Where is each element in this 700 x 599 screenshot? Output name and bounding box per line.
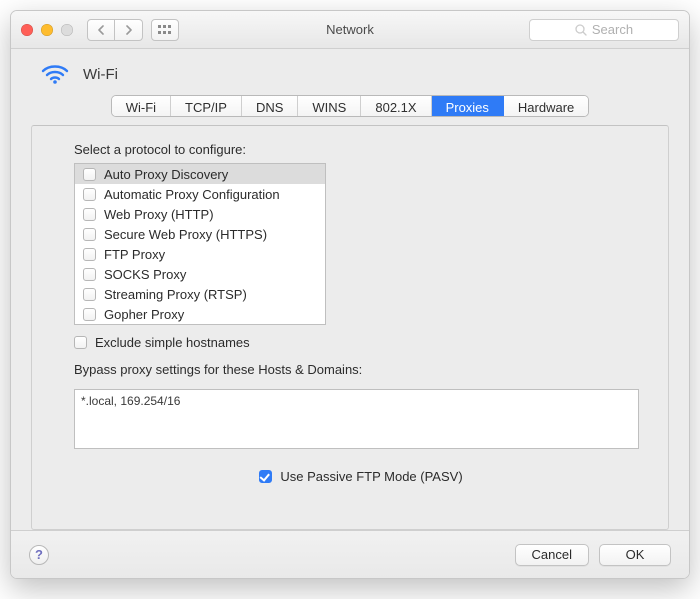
checkbox-icon [83,208,96,221]
protocol-label: Web Proxy (HTTP) [104,207,214,222]
checkbox-icon [74,336,87,349]
tab-hardware[interactable]: Hardware [504,96,588,116]
show-all-button[interactable] [151,19,179,41]
pasv-label: Use Passive FTP Mode (PASV) [280,469,462,484]
protocol-label: Automatic Proxy Configuration [104,187,280,202]
checkbox-icon [83,308,96,321]
protocol-list[interactable]: Auto Proxy Discovery Automatic Proxy Conf… [74,163,326,325]
protocol-row[interactable]: Automatic Proxy Configuration [75,184,325,204]
checkbox-icon [259,470,272,483]
zoom-window-icon [61,24,73,36]
tab-proxies[interactable]: Proxies [432,96,504,116]
bypass-label: Bypass proxy settings for these Hosts & … [74,362,648,377]
protocol-label: SOCKS Proxy [104,267,186,282]
chevron-right-icon [125,25,133,35]
tab-dns[interactable]: DNS [242,96,298,116]
protocol-label: Gopher Proxy [104,307,184,322]
footer: ? Cancel OK [11,530,689,578]
wifi-icon [41,63,69,85]
protocol-row[interactable]: Streaming Proxy (RTSP) [75,284,325,304]
help-button[interactable]: ? [29,545,49,565]
protocol-label: FTP Proxy [104,247,165,262]
checkbox-icon [83,168,96,181]
protocol-row[interactable]: SOCKS Proxy [75,264,325,284]
chevron-left-icon [97,25,105,35]
exclude-simple-hostnames[interactable]: Exclude simple hostnames [74,335,648,350]
grid-icon [158,25,172,35]
forward-button[interactable] [115,19,143,41]
protocol-label: Select a protocol to configure: [74,142,648,157]
preferences-window: Network Search Wi-Fi Wi-FiTCP/IPDNSWINS8… [10,10,690,579]
nav-back-forward [87,19,143,41]
cancel-button[interactable]: Cancel [515,544,589,566]
window-controls [21,24,73,36]
content: Wi-Fi Wi-FiTCP/IPDNSWINS802.1XProxiesHar… [11,49,689,578]
checkbox-icon [83,188,96,201]
protocol-label: Streaming Proxy (RTSP) [104,287,247,302]
checkbox-icon [83,288,96,301]
protocol-row[interactable]: Gopher Proxy [75,304,325,324]
protocol-row[interactable]: Secure Web Proxy (HTTPS) [75,224,325,244]
tab-wins[interactable]: WINS [298,96,361,116]
tab-8021x[interactable]: 802.1X [361,96,431,116]
protocol-label: Auto Proxy Discovery [104,167,228,182]
search-input[interactable]: Search [529,19,679,41]
exclude-simple-label: Exclude simple hostnames [95,335,250,350]
protocol-row[interactable]: Web Proxy (HTTP) [75,204,325,224]
interface-heading: Wi-Fi [11,49,689,93]
search-icon [575,24,587,36]
titlebar: Network Search [11,11,689,49]
back-button[interactable] [87,19,115,41]
ok-button[interactable]: OK [599,544,671,566]
close-window-icon[interactable] [21,24,33,36]
checkbox-icon [83,228,96,241]
protocol-row[interactable]: FTP Proxy [75,244,325,264]
passive-ftp-mode[interactable]: Use Passive FTP Mode (PASV) [74,469,648,484]
checkbox-icon [83,248,96,261]
checkbox-icon [83,268,96,281]
tab-wifi[interactable]: Wi-Fi [112,96,171,116]
search-placeholder: Search [592,22,633,37]
protocol-row[interactable]: Auto Proxy Discovery [75,164,325,184]
minimize-window-icon[interactable] [41,24,53,36]
tab-bar: Wi-FiTCP/IPDNSWINS802.1XProxiesHardware [11,95,689,117]
proxies-panel: Select a protocol to configure: Auto Pro… [31,125,669,530]
protocol-label: Secure Web Proxy (HTTPS) [104,227,267,242]
tab-tcpip[interactable]: TCP/IP [171,96,242,116]
bypass-hosts-input[interactable] [74,389,639,449]
interface-name: Wi-Fi [83,66,118,83]
